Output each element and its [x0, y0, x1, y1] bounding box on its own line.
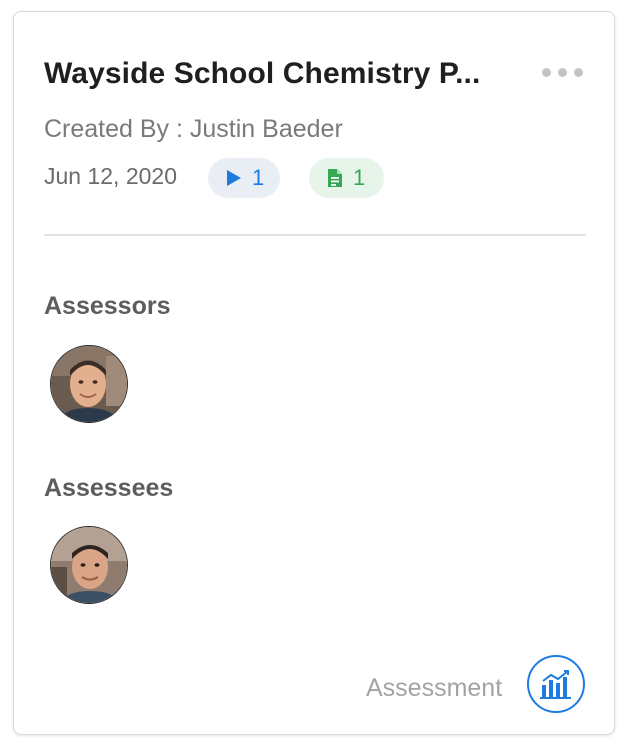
assessment-card[interactable]: Wayside School Chemistry P... Created By… — [13, 11, 615, 735]
analytics-button[interactable] — [527, 655, 585, 713]
more-dot — [574, 68, 583, 77]
play-icon — [227, 170, 241, 186]
assessees-heading: Assessees — [44, 474, 174, 502]
divider — [44, 234, 586, 236]
created-by-text: Created By : Justin Baeder — [44, 115, 343, 143]
document-count-badge[interactable]: 1 — [309, 158, 384, 198]
more-dot — [558, 68, 567, 77]
assessors-heading: Assessors — [44, 292, 171, 320]
more-dot — [542, 68, 551, 77]
analytics-icon — [540, 670, 571, 699]
document-icon — [328, 169, 342, 187]
assessment-label: Assessment — [366, 674, 503, 702]
document-count: 1 — [353, 165, 366, 190]
more-icon[interactable] — [542, 68, 583, 77]
assessor-avatar[interactable] — [50, 345, 128, 423]
video-count: 1 — [252, 165, 265, 190]
assessee-avatar[interactable] — [50, 526, 128, 604]
card-title[interactable]: Wayside School Chemistry P... — [44, 57, 480, 91]
date-text: Jun 12, 2020 — [44, 163, 178, 189]
video-count-badge[interactable]: 1 — [208, 158, 280, 198]
